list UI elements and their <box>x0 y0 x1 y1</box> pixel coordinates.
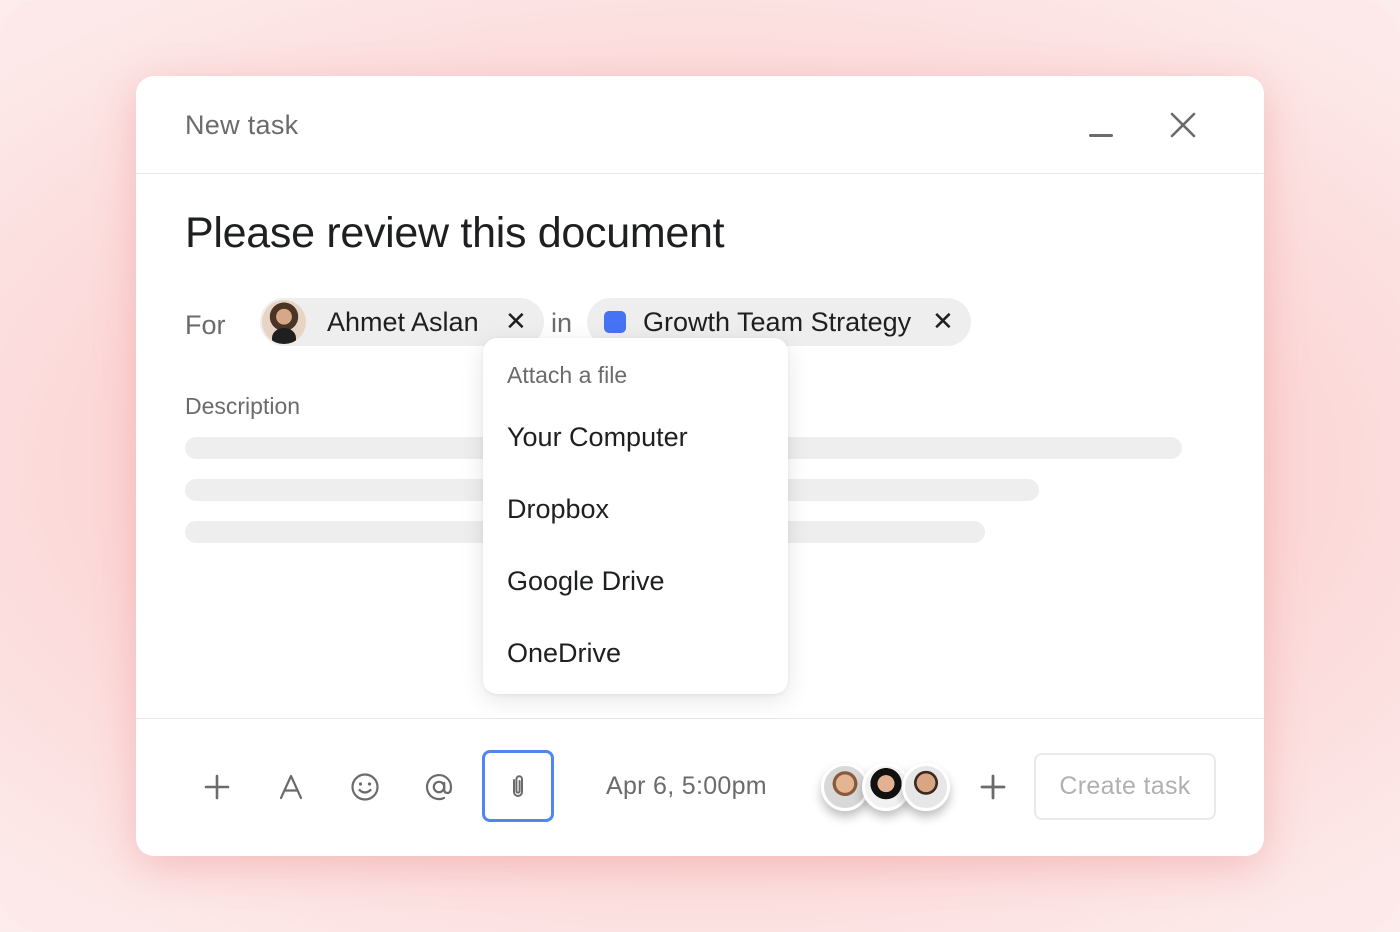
due-date[interactable]: Apr 6, 5:00pm <box>606 772 767 801</box>
dialog-title: New task <box>185 110 299 140</box>
project-name: Growth Team Strategy <box>643 306 912 337</box>
minimize-button[interactable] <box>1086 116 1116 146</box>
add-collaborator-button[interactable] <box>974 768 1012 806</box>
task-title-input[interactable]: Please review this document <box>185 209 725 258</box>
new-task-dialog: New task Please review this document For… <box>136 76 1264 856</box>
attach-option-your-computer[interactable]: Your Computer <box>507 422 767 453</box>
close-icon <box>1170 112 1196 138</box>
footer-divider <box>136 718 1264 719</box>
assignee-avatar <box>262 300 306 344</box>
for-label: For <box>185 310 226 340</box>
mention-button[interactable] <box>404 752 474 822</box>
paperclip-icon <box>513 775 523 797</box>
emoji-icon <box>351 773 379 801</box>
attach-file-button[interactable] <box>482 750 554 822</box>
text-format-button[interactable] <box>256 752 326 822</box>
emoji-button[interactable] <box>330 752 400 822</box>
assignee-name: Ahmet Aslan <box>327 306 479 337</box>
attach-option-onedrive[interactable]: OneDrive <box>507 638 767 669</box>
attach-option-dropbox[interactable]: Dropbox <box>507 494 767 525</box>
close-button[interactable] <box>1168 110 1198 140</box>
attach-option-google-drive[interactable]: Google Drive <box>507 566 767 597</box>
collaborator-avatar[interactable] <box>902 763 950 811</box>
project-color-icon <box>604 311 626 333</box>
create-task-button[interactable]: Create task <box>1034 753 1216 820</box>
at-sign-icon <box>425 774 453 801</box>
remove-assignee-icon[interactable]: ✕ <box>505 306 527 337</box>
plus-icon <box>980 774 1006 800</box>
plus-icon <box>204 774 230 800</box>
remove-project-icon[interactable]: ✕ <box>932 306 954 337</box>
description-label: Description <box>185 393 301 419</box>
in-label: in <box>551 308 573 338</box>
attach-file-menu: Attach a file Your Computer Dropbox Goog… <box>483 338 788 694</box>
dialog-header: New task <box>136 76 1264 174</box>
attach-menu-heading: Attach a file <box>507 362 628 388</box>
text-format-icon <box>279 774 303 800</box>
add-button[interactable] <box>182 752 252 822</box>
